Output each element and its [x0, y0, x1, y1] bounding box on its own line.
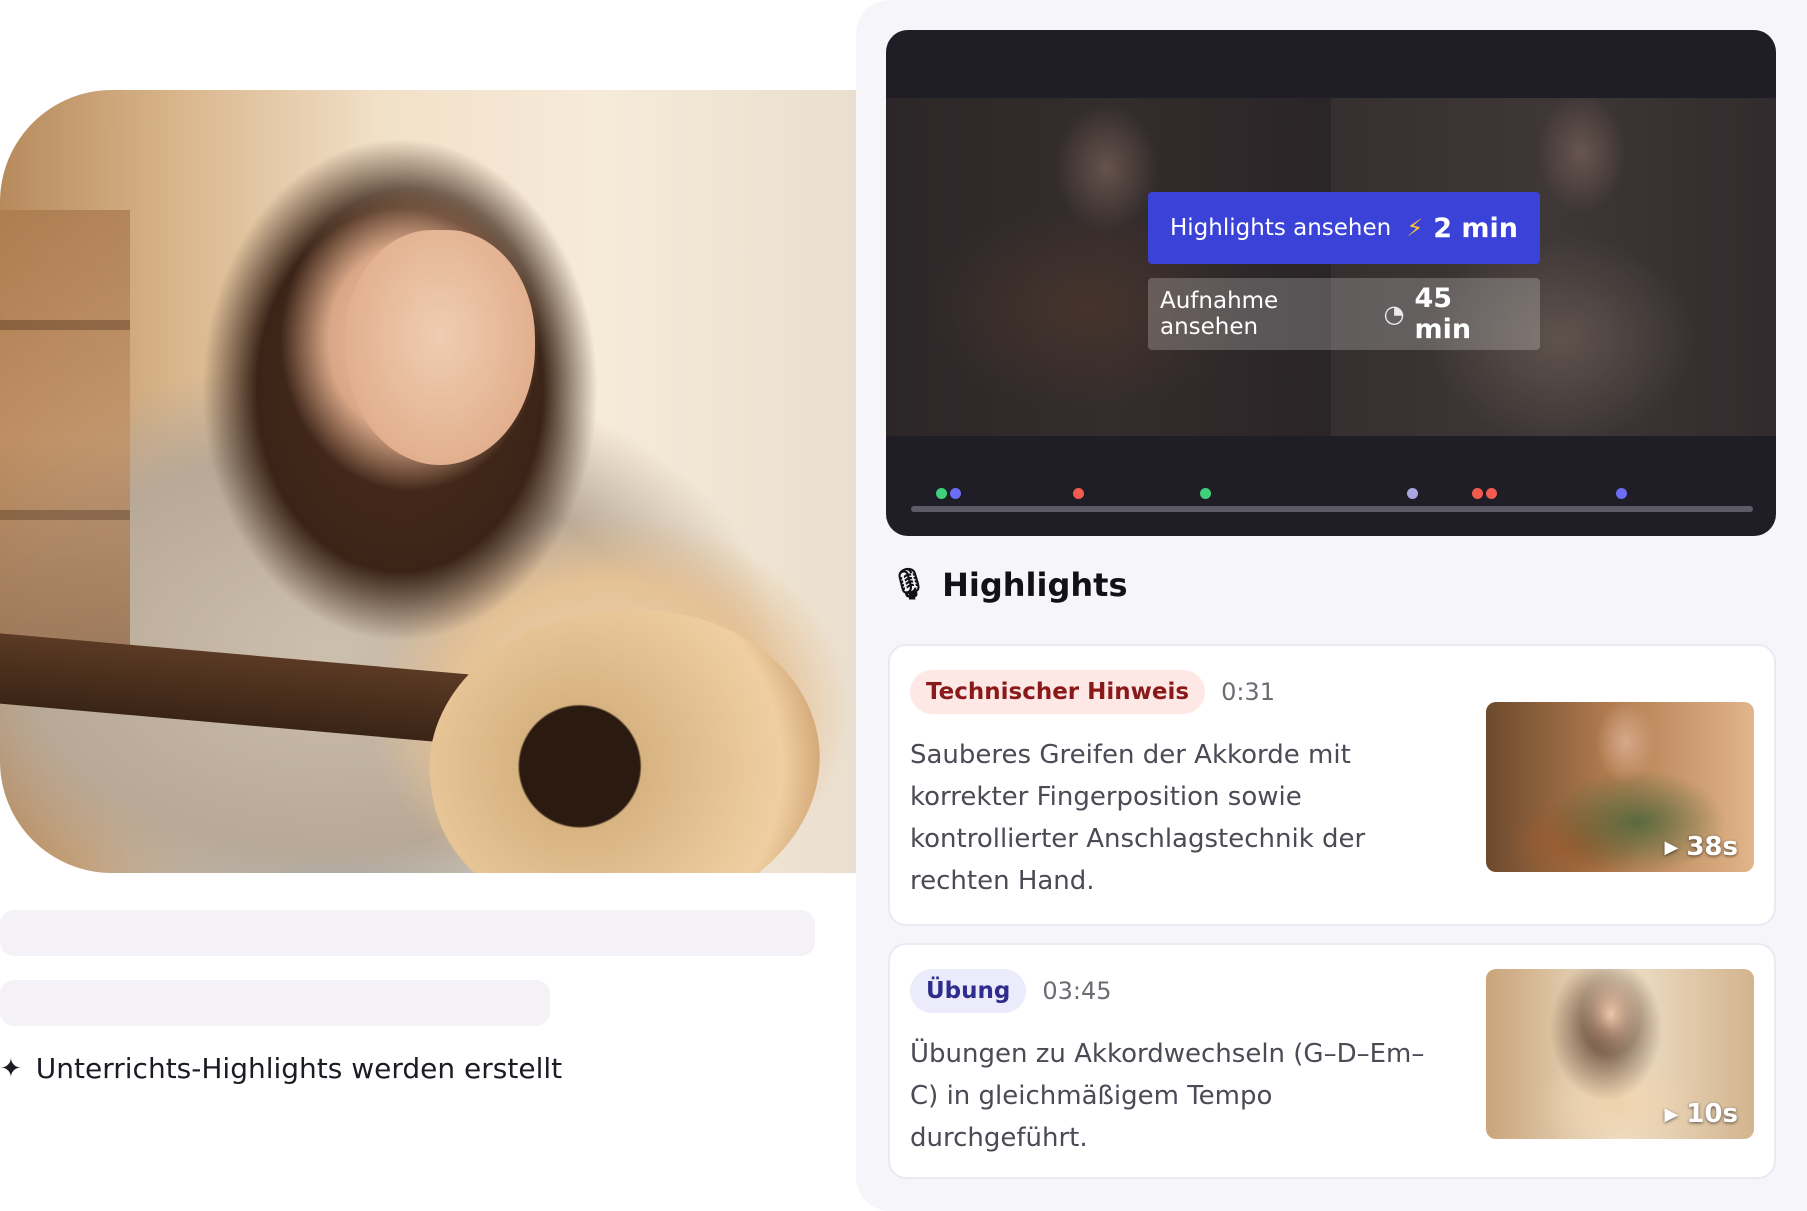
highlight-card-header: Technischer Hinweis 0:31	[910, 670, 1275, 714]
video-frame-student	[1331, 98, 1776, 436]
video-frame-teacher	[886, 98, 1331, 436]
highlight-clip-thumbnail[interactable]: ▶ 10s	[1486, 969, 1754, 1139]
highlight-timestamp[interactable]: 03:45	[1042, 977, 1111, 1005]
sparkle-icon: ✦	[0, 1053, 22, 1084]
watch-recording-button[interactable]: Aufnahme ansehen ◔ 45 min	[1148, 278, 1540, 350]
clip-duration-badge: ▶ 38s	[1664, 832, 1738, 862]
microphone-icon: 🎙	[890, 567, 929, 602]
timeline-marker[interactable]	[950, 488, 961, 499]
highlight-timestamp[interactable]: 0:31	[1221, 678, 1275, 706]
video-player[interactable]: Highlights ansehen ⚡ 2 min Aufnahme anse…	[886, 30, 1776, 536]
highlight-tag: Übung	[910, 969, 1027, 1013]
highlight-card[interactable]: Technischer Hinweis 0:31 Sauberes Greife…	[888, 644, 1776, 926]
highlight-tag: Technischer Hinweis	[910, 670, 1206, 714]
timeline-marker[interactable]	[1200, 488, 1211, 499]
loading-skeleton-line	[0, 910, 815, 956]
video-frame	[886, 98, 1776, 436]
timeline-marker[interactable]	[1073, 488, 1084, 499]
highlight-card[interactable]: Übung 03:45 Übungen zu Akkordwechseln (G…	[888, 943, 1776, 1179]
timeline-track[interactable]	[911, 506, 1753, 512]
play-icon: ▶	[1664, 836, 1679, 858]
video-timeline[interactable]	[886, 470, 1776, 536]
bookshelf-shape	[0, 210, 130, 670]
highlight-clip-thumbnail[interactable]: ▶ 38s	[1486, 702, 1754, 872]
timeline-marker[interactable]	[1486, 488, 1497, 499]
clip-duration: 38s	[1686, 832, 1738, 862]
watch-highlights-label: Highlights ansehen	[1170, 215, 1392, 241]
watch-highlights-button[interactable]: Highlights ansehen ⚡ 2 min	[1148, 192, 1540, 264]
highlight-card-header: Übung 03:45	[910, 969, 1112, 1013]
highlight-description: Übungen zu Akkordwechseln (G–D–Em–C) in …	[910, 1039, 1425, 1153]
generation-status: ✦ Unterrichts-Highlights werden erstellt	[0, 1052, 562, 1085]
pie-timer-icon: ◔	[1383, 300, 1405, 328]
watch-recording-label: Aufnahme ansehen	[1160, 288, 1279, 340]
highlights-title: Highlights	[942, 566, 1128, 604]
status-text: Unterrichts-Highlights werden erstellt	[35, 1052, 563, 1085]
hero-photo-guitar-student	[0, 90, 856, 873]
timeline-marker[interactable]	[936, 488, 947, 499]
highlight-description: Sauberes Greifen der Akkorde mit korrekt…	[910, 740, 1366, 896]
recording-duration: 45 min	[1414, 283, 1472, 345]
lightning-icon: ⚡	[1406, 214, 1424, 242]
timeline-marker[interactable]	[1407, 488, 1418, 499]
timeline-marker[interactable]	[1616, 488, 1627, 499]
lesson-panel: Highlights ansehen ⚡ 2 min Aufnahme anse…	[856, 0, 1807, 1211]
highlights-heading: 🎙 Highlights	[890, 566, 1128, 604]
play-icon: ▶	[1664, 1103, 1679, 1125]
guitar-body-shape	[410, 584, 840, 873]
timeline-marker[interactable]	[1472, 488, 1483, 499]
highlights-duration: 2 min	[1433, 212, 1518, 244]
clip-duration: 10s	[1686, 1099, 1738, 1129]
loading-skeleton-line	[0, 980, 550, 1026]
student-face-shape	[345, 230, 535, 465]
clip-duration-badge: ▶ 10s	[1664, 1099, 1738, 1129]
